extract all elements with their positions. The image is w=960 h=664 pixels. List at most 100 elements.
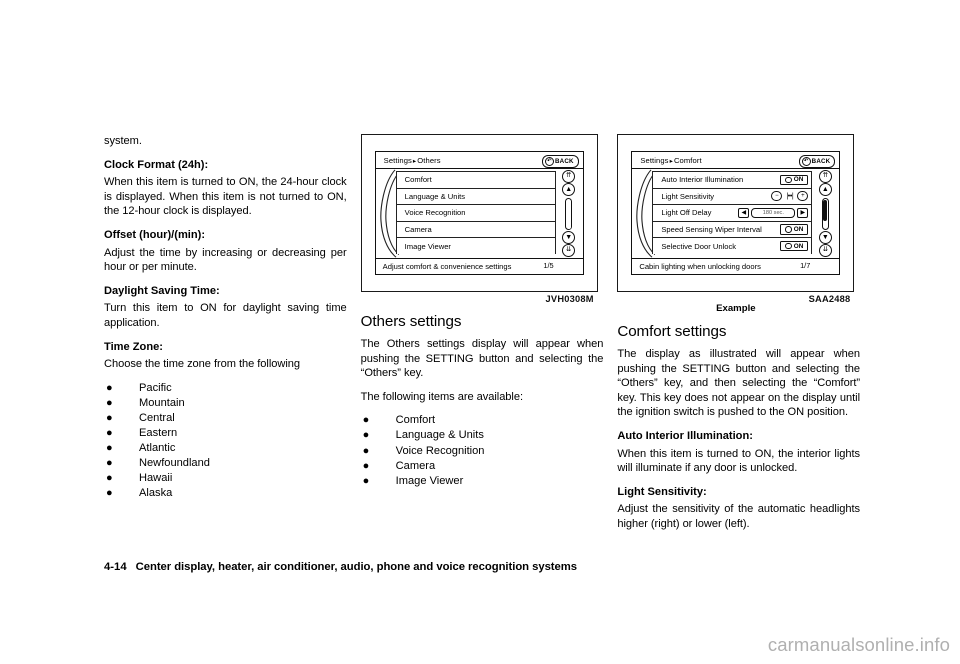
list-row-auto-interior-illumination[interactable]: Auto Interior Illumination ON (652, 171, 813, 188)
list-row-light-off-delay[interactable]: Light Off Delay ◀ 180 sec. ▶ (652, 204, 813, 221)
list-row-speed-sensing-wiper-interval[interactable]: Speed Sensing Wiper Interval ON (652, 220, 813, 238)
scroll-top-button[interactable]: ⇈ (818, 170, 832, 183)
list-item-label: Comfort (395, 414, 436, 427)
bullet-icon: ● (106, 411, 113, 424)
body-light-sensitivity: Adjust the sensitivity of the automatic … (617, 503, 861, 530)
subhead-light-sensitivity: Light Sensitivity: (617, 485, 707, 498)
bullet-icon: ● (106, 442, 113, 455)
list-item: ● Pacific (104, 381, 347, 396)
list-row-image-viewer[interactable]: Image Viewer (395, 237, 556, 254)
row-label: Language & Units (404, 191, 466, 201)
bullet-icon: ● (362, 474, 370, 487)
toggle-on-button[interactable]: ON (780, 224, 809, 235)
list-row-voice-recognition[interactable]: Voice Recognition (395, 204, 556, 221)
subhead-offset: Offset (hour)/(min): (104, 228, 206, 241)
scrollbar-track[interactable] (821, 197, 829, 230)
increase-button[interactable]: + (797, 191, 809, 202)
row-label: Light Off Delay (661, 208, 712, 218)
decrease-button[interactable]: − (771, 191, 783, 202)
list-item: ● Eastern (104, 426, 347, 441)
scroll-up-button[interactable]: ▲ (818, 183, 832, 196)
list-row-camera[interactable]: Camera (395, 220, 556, 238)
row-label: Auto Interior Illumination (661, 175, 744, 185)
list-item: ● Image Viewer (361, 474, 604, 489)
scroll-down-button[interactable]: ▼ (562, 231, 576, 244)
row-control: − |••| + (771, 191, 809, 202)
list-item: ● Hawaii (104, 471, 347, 486)
list-item-label: Camera (395, 459, 436, 472)
section-title-comfort: Comfort settings (617, 323, 727, 340)
back-button[interactable]: ↶ BACK (798, 154, 836, 168)
list-row-selective-door-unlock[interactable]: Selective Door Unlock ON (652, 237, 813, 254)
section-title-others: Others settings (360, 313, 462, 330)
list-item: ● Camera (361, 459, 604, 474)
breadcrumb-leaf: Comfort (673, 155, 702, 165)
scrollbar-thumb[interactable] (566, 199, 571, 229)
row-control: ON (780, 224, 809, 235)
body-others-2: The following items are available: (360, 390, 523, 403)
figure-comfort-settings: Settings▸Comfort ↶ BACK Auto Interior Il… (617, 134, 855, 314)
toggle-label: ON (793, 176, 804, 184)
breadcrumb: Settings▸Others (384, 156, 441, 165)
back-arrow-icon: ↶ (544, 156, 554, 166)
screen-content: Auto Interior Illumination ON Light Sens… (632, 169, 839, 270)
bullet-icon: ● (106, 381, 113, 394)
radio-indicator-icon (785, 226, 792, 233)
page-number: 4-14 (104, 561, 127, 573)
body-auto-interior-illumination: When this item is turned to ON, the inte… (617, 447, 861, 475)
column-middle: Settings▸Others ↶ BACK Comfort Language … (360, 134, 604, 541)
page-columns: system. Clock Format (24h): When this it… (104, 134, 860, 541)
scroll-top-button[interactable]: ⇈ (562, 170, 576, 183)
breadcrumb-leaf: Others (417, 155, 441, 165)
previous-value-button[interactable]: ◀ (738, 207, 750, 218)
screen-status-bar: Adjust comfort & convenience settings (375, 258, 583, 274)
scroll-bottom-button[interactable]: ⇊ (562, 244, 576, 257)
column-left: system. Clock Format (24h): When this it… (104, 134, 347, 541)
figure-frame: Settings▸Others ↶ BACK Comfort Language … (360, 134, 598, 292)
scrollbar-thumb[interactable] (823, 199, 828, 221)
row-control: ◀ 180 sec. ▶ (738, 207, 809, 218)
list-item: ● Atlantic (104, 441, 347, 456)
list-item-label: Image Viewer (395, 474, 464, 487)
settings-list: Auto Interior Illumination ON Light Sens… (652, 171, 813, 270)
column-right: Settings▸Comfort ↶ BACK Auto Interior Il… (617, 134, 860, 541)
figure-subcaption: Example (716, 303, 756, 314)
row-label: Image Viewer (404, 241, 451, 251)
list-row-comfort[interactable]: Comfort (395, 171, 556, 188)
row-control: ON (780, 240, 809, 252)
row-label: Selective Door Unlock (661, 241, 737, 251)
figure-frame: Settings▸Comfort ↶ BACK Auto Interior Il… (617, 134, 855, 292)
row-control: ON (780, 174, 809, 186)
breadcrumb: Settings▸Comfort (640, 156, 701, 165)
row-label: Camera (404, 225, 432, 235)
car-display-others: Settings▸Others ↶ BACK Comfort Language … (374, 151, 584, 275)
next-value-button[interactable]: ▶ (797, 207, 809, 218)
toggle-on-button[interactable]: ON (780, 174, 809, 186)
scroll-up-button[interactable]: ▲ (562, 183, 576, 196)
toggle-label: ON (793, 226, 804, 234)
list-row-language-units[interactable]: Language & Units (395, 187, 556, 205)
toggle-on-button[interactable]: ON (780, 240, 809, 252)
bullet-icon: ● (106, 472, 113, 485)
body-comfort-1: The display as illustrated will appear w… (617, 348, 861, 419)
screen-titlebar: Settings▸Comfort ↶ BACK (632, 152, 840, 169)
list-item: ● Comfort (361, 413, 604, 428)
others-items-list: ● Comfort ● Language & Units ● Voice Recogn… (361, 413, 604, 488)
settings-list: Comfort Language & Units Voice Recogniti… (395, 171, 556, 270)
list-item: ● Newfoundland (104, 456, 347, 471)
bullet-icon: ● (362, 429, 370, 442)
radio-indicator-icon (785, 242, 792, 250)
scroll-down-button[interactable]: ▼ (818, 231, 832, 244)
scrollbar-track[interactable] (565, 197, 573, 230)
body-clock-format: When this item is turned to ON, the 24-h… (104, 176, 347, 218)
body-time-zone: Choose the time zone from the following (104, 358, 300, 371)
bullet-icon: ● (362, 444, 370, 457)
row-label: Voice Recognition (404, 208, 466, 218)
radio-indicator-icon (785, 176, 792, 184)
back-button[interactable]: ↶ BACK (541, 154, 579, 168)
toggle-label: ON (793, 242, 804, 250)
scroll-bottom-button[interactable]: ⇊ (818, 244, 832, 257)
list-row-light-sensitivity[interactable]: Light Sensitivity − |••| + (652, 187, 813, 205)
list-item-label: Eastern (139, 427, 178, 439)
list-item-label: Hawaii (139, 472, 173, 485)
